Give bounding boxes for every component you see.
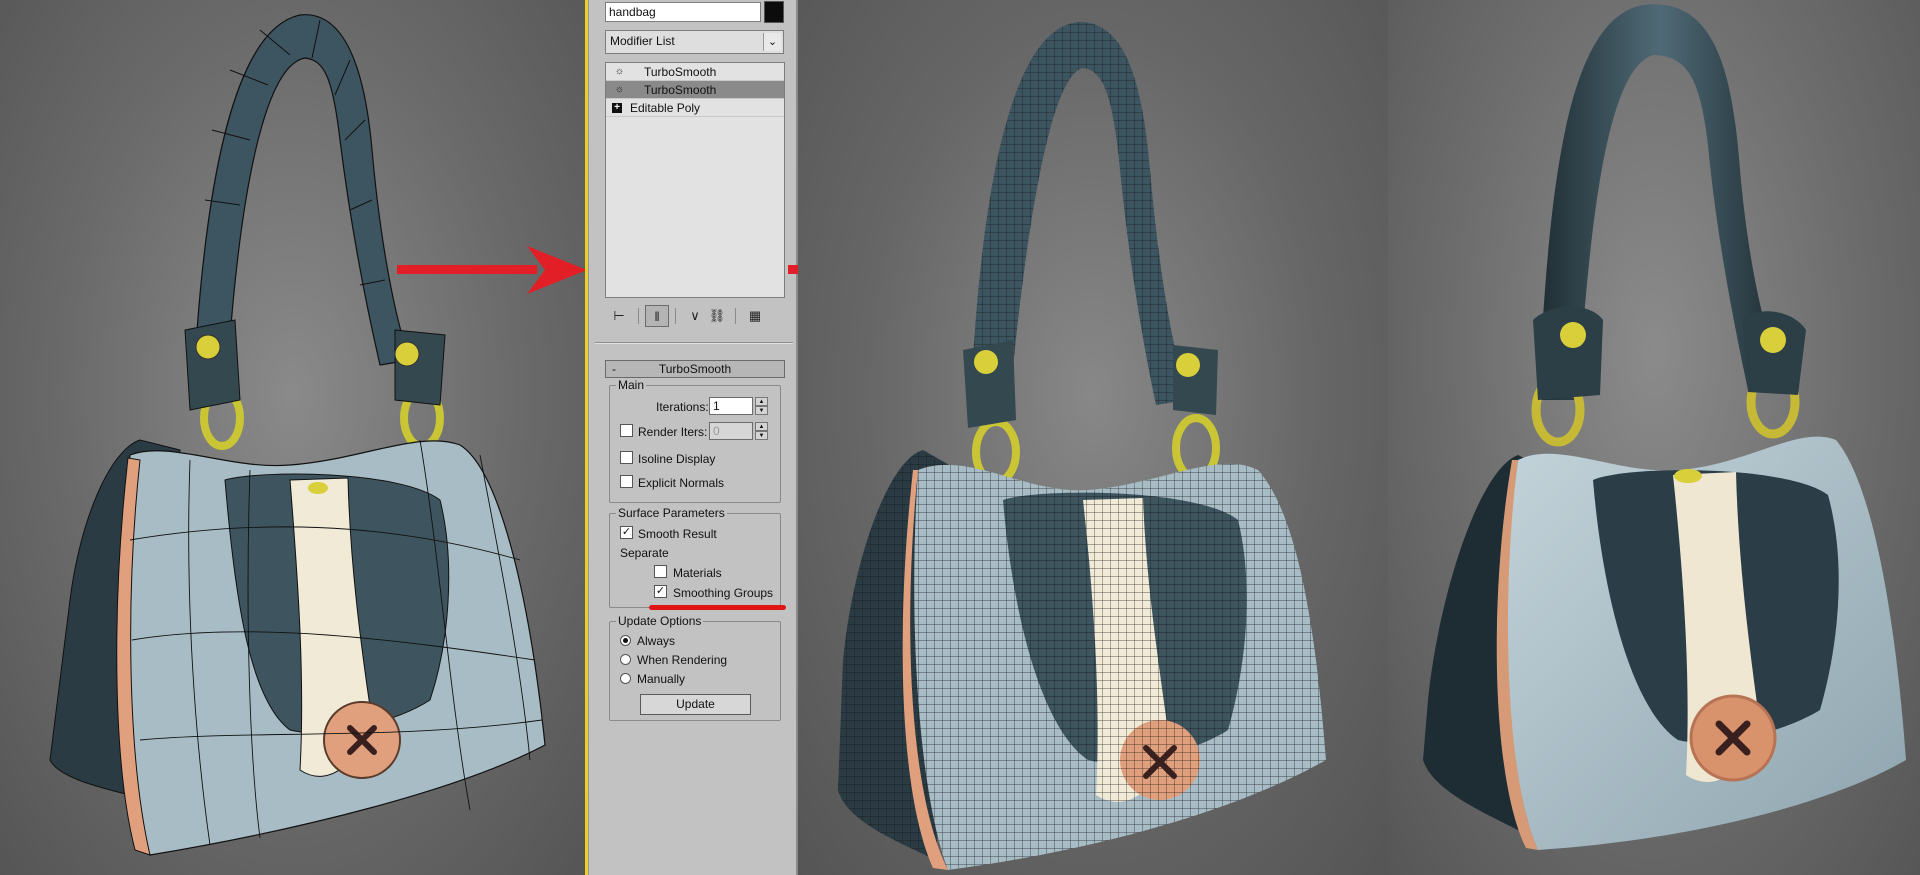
main-group: Main Iterations: 1 ▲ ▼ Render Iters: 0 ▲ ▼… (609, 378, 781, 503)
object-name-field[interactable]: handbag (605, 2, 761, 22)
isoline-display-checkbox[interactable] (620, 451, 633, 464)
smoothing-groups-checkbox[interactable]: ✓ (654, 585, 667, 598)
lightbulb-icon[interactable]: ☼ (614, 66, 625, 78)
viewport-smooth-render[interactable] (1388, 0, 1920, 875)
handbag-rendered-model (1423, 4, 1906, 850)
smoothing-groups-label: Smoothing Groups (673, 586, 774, 600)
update-always-radio[interactable] (620, 635, 631, 646)
pin-stack-icon[interactable]: ⊢ (607, 305, 631, 327)
update-options-title: Update Options (616, 614, 704, 628)
smooth-result-checkbox[interactable]: ✓ (620, 526, 633, 539)
configure-modifier-sets-icon[interactable]: ▦ (743, 305, 767, 327)
smooth-result-label: Smooth Result (638, 527, 717, 541)
handbag-low-poly-model (49, 14, 546, 856)
collapse-minus-icon[interactable]: - (612, 361, 616, 377)
render-iters-spinner-field[interactable]: 0 (709, 422, 753, 440)
expand-plus-icon[interactable]: + (612, 103, 622, 113)
stack-item-label: TurboSmooth (644, 65, 717, 79)
surface-parameters-title: Surface Parameters (616, 506, 727, 520)
render-iters-spinner-arrows[interactable]: ▲ ▼ (755, 422, 768, 440)
update-manually-radio[interactable] (620, 673, 631, 684)
arrow-to-panel-icon (397, 246, 587, 294)
turbosmooth-rollout-header[interactable]: - TurboSmooth (605, 360, 785, 378)
update-when-rendering-label: When Rendering (637, 653, 728, 667)
modify-command-panel: handbag Modifier List ⌄ ☼ TurboSmooth ☼ … (588, 0, 798, 875)
panel-divider (595, 342, 793, 344)
viewport-smoothed-wireframe[interactable] (798, 0, 1388, 875)
separate-label: Separate (620, 546, 669, 560)
toolbar-divider (735, 308, 736, 324)
iterations-spinner-arrows[interactable]: ▲ ▼ (755, 397, 768, 415)
stack-item-editable-poly[interactable]: + Editable Poly (606, 99, 784, 117)
stack-toolbar: ⊢ ‖ ∨ ⛓ ▦ (605, 305, 785, 327)
surface-parameters-group: Surface Parameters ✓ Smooth Result Separ… (609, 506, 781, 608)
isoline-display-label: Isoline Display (638, 452, 716, 466)
rollout-title: TurboSmooth (658, 362, 732, 376)
stack-item-turbosmooth-1[interactable]: ☼ TurboSmooth (606, 63, 784, 81)
materials-checkbox[interactable] (654, 565, 667, 578)
smoothing-groups-highlight-underline (649, 605, 786, 610)
main-group-title: Main (616, 378, 647, 392)
materials-label: Materials (673, 566, 722, 580)
update-when-rendering-radio[interactable] (620, 654, 631, 665)
render-iters-label: Render Iters: (638, 425, 708, 439)
lightbulb-icon[interactable]: ☼ (614, 84, 625, 96)
remove-modifier-icon[interactable]: ⛓ (705, 305, 729, 327)
render-iters-checkbox[interactable] (620, 424, 633, 437)
toolbar-divider (675, 308, 676, 324)
make-unique-icon[interactable]: ∨ (683, 305, 707, 327)
update-manually-label: Manually (637, 672, 686, 686)
update-button[interactable]: Update (640, 694, 751, 715)
toolbar-divider (638, 308, 639, 324)
object-color-swatch[interactable] (764, 1, 784, 23)
stack-item-label: TurboSmooth (644, 83, 717, 97)
update-always-label: Always (637, 634, 676, 648)
stack-item-turbosmooth-2[interactable]: ☼ TurboSmooth (606, 81, 784, 99)
handbag-wireframe-model (838, 21, 1326, 870)
modifier-list-label: Modifier List (610, 34, 675, 48)
modifier-list-dropdown[interactable]: Modifier List ⌄ (605, 30, 784, 54)
explicit-normals-label: Explicit Normals (638, 476, 725, 490)
modifier-stack: ☼ TurboSmooth ☼ TurboSmooth + Editable P… (605, 62, 785, 298)
chevron-down-icon[interactable]: ⌄ (763, 33, 781, 51)
explicit-normals-checkbox[interactable] (620, 475, 633, 488)
iterations-spinner-field[interactable]: 1 (709, 397, 753, 415)
show-end-result-icon[interactable]: ‖ (645, 305, 669, 327)
update-options-group: Update Options Always When Rendering Man… (609, 614, 781, 721)
stack-item-label: Editable Poly (630, 101, 701, 115)
viewport-low-poly[interactable] (0, 0, 585, 875)
iterations-label: Iterations: (656, 400, 709, 414)
